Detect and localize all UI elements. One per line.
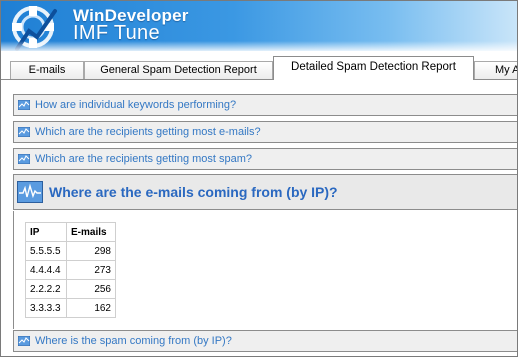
tab-my-account[interactable]: My A bbox=[474, 61, 517, 79]
chart-icon bbox=[18, 100, 30, 110]
tab-emails[interactable]: E-mails bbox=[10, 61, 84, 79]
table-row: 5.5.5.5 298 bbox=[25, 241, 116, 261]
column-header-emails: E-mails bbox=[66, 222, 116, 242]
tab-general-spam-report[interactable]: General Spam Detection Report bbox=[84, 61, 273, 79]
product-name: IMF Tune bbox=[73, 22, 160, 44]
chart-icon bbox=[18, 154, 30, 164]
tab-detailed-spam-report[interactable]: Detailed Spam Detection Report bbox=[273, 56, 474, 80]
section-recipients-spam-label[interactable]: Which are the recipients getting most sp… bbox=[35, 153, 252, 165]
emails-count-cell: 273 bbox=[66, 260, 116, 280]
emails-by-ip-panel: IP E-mails 5.5.5.5 298 4.4.4.4 273 2.2.2… bbox=[13, 211, 517, 329]
ip-cell: 3.3.3.3 bbox=[25, 298, 67, 318]
section-spam-by-ip[interactable]: Where is the spam coming from (by IP)? bbox=[13, 330, 517, 352]
section-recipients-spam[interactable]: Which are the recipients getting most sp… bbox=[13, 148, 517, 170]
chart-icon bbox=[18, 336, 30, 346]
section-recipients-emails-label[interactable]: Which are the recipients getting most e-… bbox=[35, 126, 261, 138]
section-emails-by-ip[interactable]: Where are the e-mails coming from (by IP… bbox=[13, 174, 517, 210]
section-emails-by-ip-label[interactable]: Where are the e-mails coming from (by IP… bbox=[49, 184, 338, 200]
table-row: 4.4.4.4 273 bbox=[25, 260, 116, 280]
emails-count-cell: 256 bbox=[66, 279, 116, 299]
ip-cell: 2.2.2.2 bbox=[25, 279, 67, 299]
ip-cell: 4.4.4.4 bbox=[25, 260, 67, 280]
report-tabs: E-mails General Spam Detection Report De… bbox=[1, 55, 517, 80]
emails-count-cell: 298 bbox=[66, 241, 116, 261]
header-banner: WinDeveloper IMF Tune bbox=[1, 1, 517, 51]
waveform-chart-icon bbox=[17, 181, 43, 203]
ip-emails-table: IP E-mails 5.5.5.5 298 4.4.4.4 273 2.2.2… bbox=[25, 222, 116, 318]
table-header-row: IP E-mails bbox=[25, 222, 116, 242]
table-row: 2.2.2.2 256 bbox=[25, 279, 116, 299]
app-window: WinDeveloper IMF Tune E-mails General Sp… bbox=[0, 0, 518, 357]
section-recipients-emails[interactable]: Which are the recipients getting most e-… bbox=[13, 121, 517, 143]
section-keywords-label[interactable]: How are individual keywords performing? bbox=[35, 99, 236, 111]
section-keywords[interactable]: How are individual keywords performing? bbox=[13, 94, 517, 116]
windeveloper-logo-icon bbox=[12, 6, 57, 51]
table-row: 3.3.3.3 162 bbox=[25, 298, 116, 318]
ip-cell: 5.5.5.5 bbox=[25, 241, 67, 261]
emails-count-cell: 162 bbox=[66, 298, 116, 318]
column-header-ip: IP bbox=[25, 222, 67, 242]
chart-icon bbox=[18, 127, 30, 137]
section-spam-by-ip-label[interactable]: Where is the spam coming from (by IP)? bbox=[35, 335, 232, 347]
